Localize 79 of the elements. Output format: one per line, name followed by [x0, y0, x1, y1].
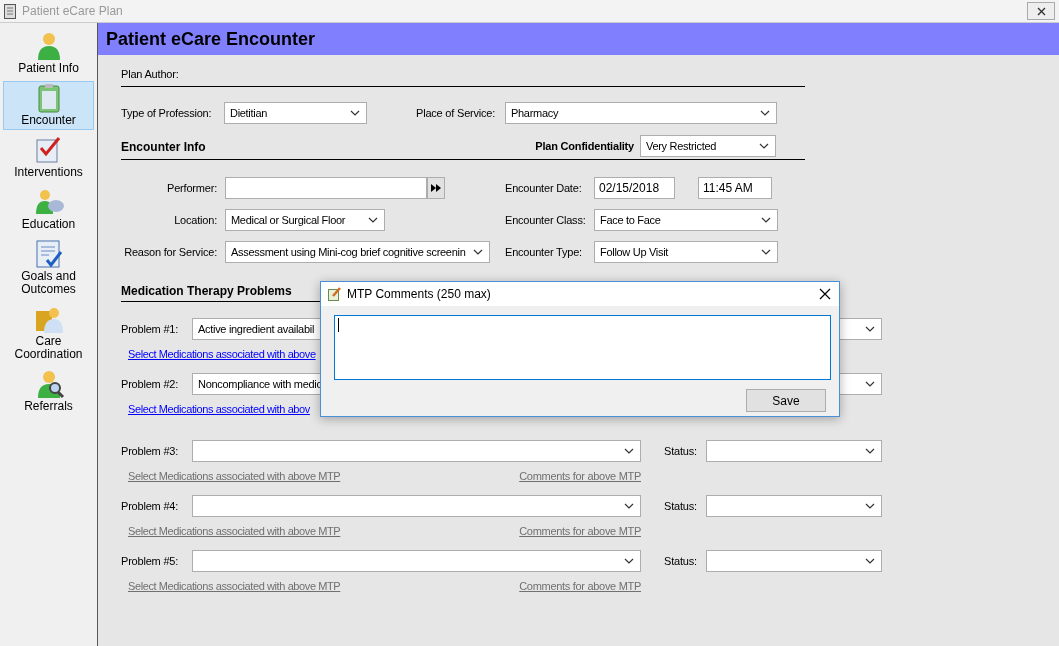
field-label: Location:	[174, 214, 217, 226]
section-heading: Encounter Info	[121, 139, 206, 156]
problem-dropdown[interactable]	[192, 550, 641, 572]
field-label: Problem #5:	[121, 555, 179, 567]
chevron-down-icon	[624, 558, 634, 564]
date-field[interactable]: 02/15/2018	[594, 177, 675, 199]
fast-forward-icon	[431, 184, 441, 192]
text-cursor	[338, 318, 339, 332]
lookup-button[interactable]	[427, 177, 445, 199]
sidebar-item[interactable]: Care Coordination	[3, 302, 94, 364]
chevron-down-icon	[760, 110, 770, 116]
comments-link[interactable]: Comments for above MTP	[519, 467, 641, 485]
chevron-down-icon	[865, 503, 875, 509]
chevron-down-icon	[624, 503, 634, 509]
chevron-down-icon	[761, 249, 771, 255]
sidebar-item[interactable]: Interventions	[3, 133, 94, 182]
field-label: Type of Profession:	[121, 107, 212, 119]
select-medications-link[interactable]: Select Medications associated with above MTP	[128, 522, 341, 540]
field-label: Problem #3:	[121, 445, 179, 457]
chevron-down-icon	[761, 217, 771, 223]
close-icon[interactable]	[819, 288, 831, 300]
reason-dropdown[interactable]: Assessment using Mini-cog brief cognitive screenin	[225, 241, 490, 263]
chevron-down-icon	[350, 110, 360, 116]
window-title: Patient eCare Plan	[22, 3, 123, 20]
note-pencil-icon	[328, 287, 342, 301]
save-button[interactable]: Save	[746, 389, 826, 412]
comments-link[interactable]: Comments for above MTP	[519, 577, 641, 595]
problem-dropdown[interactable]	[192, 440, 641, 462]
encounter-type-dropdown[interactable]: Follow Up Visit	[594, 241, 778, 263]
profession-dropdown[interactable]: Dietitian	[224, 102, 367, 124]
chevron-down-icon	[865, 381, 875, 387]
field-label: Status:	[664, 500, 697, 512]
select-medications-link[interactable]: Select Medications associated with above	[128, 345, 316, 363]
select-medications-link[interactable]: Select Medications associated with abov	[128, 400, 310, 418]
status-dropdown[interactable]	[706, 495, 882, 517]
chevron-down-icon	[759, 143, 769, 149]
field-label: Reason for Service:	[124, 246, 217, 258]
performer-field[interactable]	[225, 177, 427, 199]
time-field[interactable]: 11:45 AM	[698, 177, 772, 199]
field-label: Problem #1:	[121, 323, 179, 335]
sidebar-item[interactable]: Patient Info	[3, 29, 94, 78]
field-label: Plan Confidentiality	[535, 138, 634, 154]
sidebar-item[interactable]: Referrals	[3, 367, 94, 416]
field-label: Encounter Type:	[505, 246, 582, 258]
select-medications-link[interactable]: Select Medications associated with above MTP	[128, 467, 341, 485]
field-label: Status:	[664, 445, 697, 457]
encounter-class-dropdown[interactable]: Face to Face	[594, 209, 778, 231]
sidebar-item[interactable]: Goals and Outcomes	[3, 237, 94, 299]
problem-dropdown[interactable]	[192, 495, 641, 517]
field-label: Performer:	[167, 182, 217, 194]
chevron-down-icon	[624, 448, 634, 454]
field-label: Problem #4:	[121, 500, 179, 512]
sidebar-item[interactable]: Education	[3, 185, 94, 234]
select-medications-link[interactable]: Select Medications associated with above MTP	[128, 577, 341, 595]
chevron-down-icon	[865, 326, 875, 332]
close-button[interactable]	[1027, 2, 1055, 20]
section-heading: Medication Therapy Problems	[121, 284, 292, 298]
field-label: Plan Author:	[121, 68, 179, 80]
page-title: Patient eCare Encounter	[106, 27, 316, 51]
sidebar-item[interactable]: Encounter	[3, 81, 94, 130]
chevron-down-icon	[368, 217, 378, 223]
field-label: Encounter Date:	[505, 182, 582, 194]
confidentiality-dropdown[interactable]: Very Restricted	[640, 135, 776, 157]
chevron-down-icon	[473, 249, 483, 255]
chevron-down-icon	[865, 558, 875, 564]
field-label: Encounter Class:	[505, 214, 586, 226]
comments-link[interactable]: Comments for above MTP	[519, 522, 641, 540]
document-icon	[4, 3, 16, 19]
field-label: Status:	[664, 555, 697, 567]
location-dropdown[interactable]: Medical or Surgical Floor	[225, 209, 385, 231]
field-label: Place of Service:	[416, 107, 496, 119]
chevron-down-icon	[865, 448, 875, 454]
status-dropdown[interactable]	[706, 550, 882, 572]
status-dropdown[interactable]	[706, 440, 882, 462]
comments-field[interactable]	[334, 315, 831, 380]
close-icon	[1036, 6, 1046, 16]
field-label: Problem #2:	[121, 378, 179, 390]
dialog-title: MTP Comments (250 max)	[347, 286, 491, 303]
place-of-service-dropdown[interactable]: Pharmacy	[505, 102, 777, 124]
